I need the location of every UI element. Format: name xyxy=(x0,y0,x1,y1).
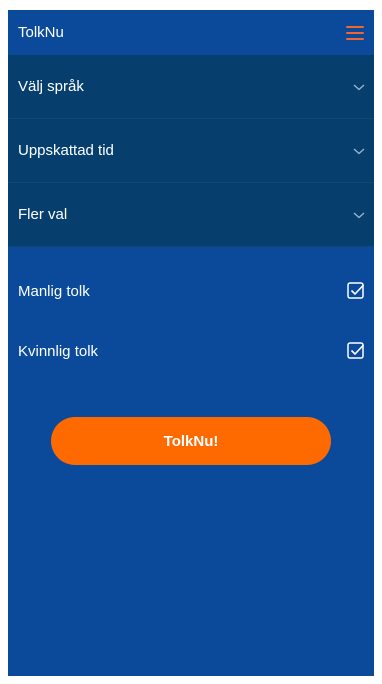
checkbox-checked-icon[interactable] xyxy=(346,281,366,301)
top-bar: TolkNu xyxy=(8,10,374,55)
dropdown-label: Uppskattad tid xyxy=(18,142,114,159)
dropdown-label: Fler val xyxy=(18,206,68,223)
option-label: Kvinnlig tolk xyxy=(18,342,99,360)
cta-container: TolkNu! xyxy=(8,417,374,465)
chevron-down-icon xyxy=(353,212,365,218)
option-male-interpreter[interactable]: Manlig tolk xyxy=(8,261,374,321)
app-title: TolkNu xyxy=(18,24,64,41)
dropdown-language[interactable]: Välj språk xyxy=(8,55,374,119)
app-screen: TolkNu Välj språk Uppskattad tid Fler va… xyxy=(8,10,374,676)
dropdown-section: Välj språk Uppskattad tid Fler val xyxy=(8,55,374,247)
chevron-down-icon xyxy=(353,84,365,90)
tolknu-button[interactable]: TolkNu! xyxy=(51,417,331,465)
interpreter-options: Manlig tolk Kvinnlig tolk xyxy=(8,247,374,381)
hamburger-menu-icon[interactable] xyxy=(346,25,364,40)
chevron-down-icon xyxy=(353,148,365,154)
dropdown-estimated-time[interactable]: Uppskattad tid xyxy=(8,119,374,183)
option-label: Manlig tolk xyxy=(18,282,90,300)
checkbox-checked-icon[interactable] xyxy=(346,341,366,361)
option-female-interpreter[interactable]: Kvinnlig tolk xyxy=(8,321,374,381)
dropdown-label: Välj språk xyxy=(18,78,84,95)
dropdown-more-options[interactable]: Fler val xyxy=(8,183,374,247)
